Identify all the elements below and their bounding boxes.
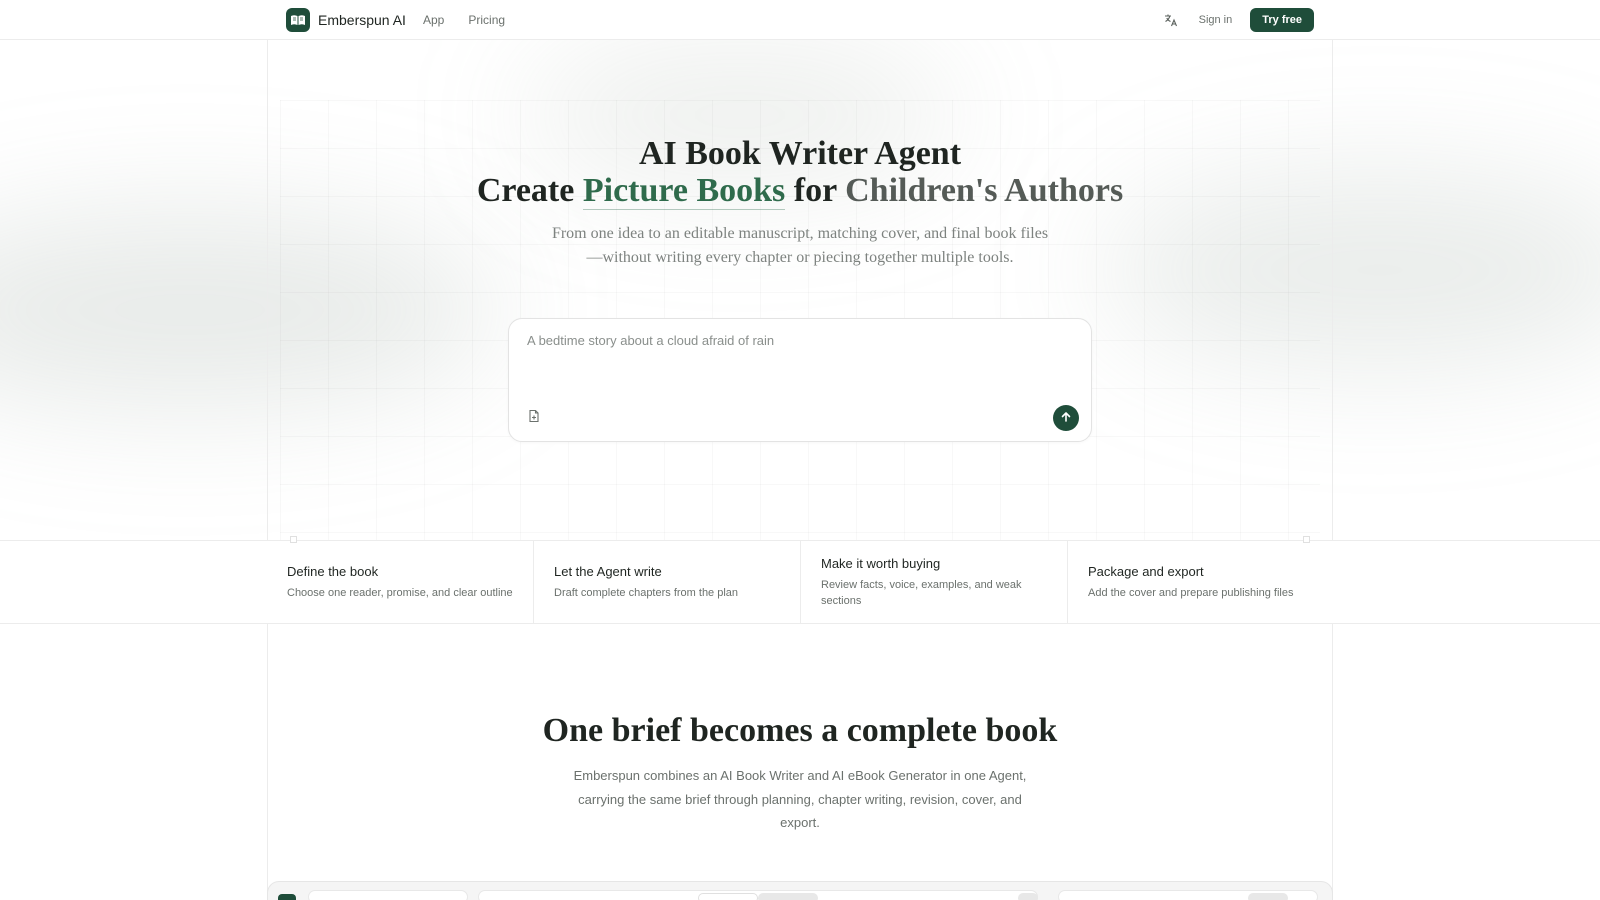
feature-package-export: Package and export Add the cover and pre… bbox=[1067, 541, 1333, 623]
open-book-icon bbox=[286, 8, 310, 32]
feature-worth-buying: Make it worth buying Review facts, voice… bbox=[800, 541, 1067, 623]
feature-desc: Add the cover and prepare publishing fil… bbox=[1088, 586, 1294, 599]
nav-item-pricing[interactable]: Pricing bbox=[468, 13, 505, 27]
app-preview bbox=[267, 881, 1333, 900]
feature-desc: Choose one reader, promise, and clear ou… bbox=[287, 586, 513, 599]
send-button[interactable] bbox=[1053, 405, 1079, 431]
preview-sidebar-pill bbox=[308, 890, 468, 900]
file-attach-icon[interactable] bbox=[527, 409, 541, 423]
hero-title-prefix: Create bbox=[476, 172, 575, 209]
preview-control bbox=[1018, 893, 1038, 900]
brand-name: Emberspun AI bbox=[318, 12, 406, 28]
hero-title: AI Book Writer Agent Create Picture Book… bbox=[0, 135, 1600, 210]
preview-tab-active bbox=[698, 893, 758, 900]
landing-page: Emberspun AI App Pricing Sign in Try fre… bbox=[0, 0, 1600, 900]
top-navbar: Emberspun AI App Pricing Sign in Try fre… bbox=[0, 0, 1600, 40]
hero-subtitle: From one idea to an editable manuscript,… bbox=[551, 225, 1049, 266]
hero-title-accent: Picture Books bbox=[582, 172, 786, 210]
feature-desc: Draft complete chapters from the plan bbox=[554, 586, 739, 599]
preview-tab bbox=[758, 893, 818, 900]
feature-strip: Define the book Choose one reader, promi… bbox=[0, 540, 1600, 624]
header-actions: Sign in Try free bbox=[1161, 8, 1314, 32]
brand-link[interactable]: Emberspun AI bbox=[286, 8, 406, 32]
sign-in-link[interactable]: Sign in bbox=[1199, 14, 1233, 26]
hero-title-line1: AI Book Writer Agent bbox=[638, 135, 962, 172]
feature-agent-write: Let the Agent write Draft complete chapt… bbox=[533, 541, 800, 623]
hero-title-audience: Children's Authors bbox=[845, 172, 1124, 209]
feature-define-book: Define the book Choose one reader, promi… bbox=[267, 541, 533, 623]
feature-title: Package and export bbox=[1088, 563, 1204, 579]
hero-title-mid: for bbox=[793, 172, 837, 209]
feature-desc: Review facts, voice, examples, and weak … bbox=[821, 578, 1022, 607]
corner-marker-right bbox=[1303, 536, 1310, 543]
arrow-up-icon bbox=[1060, 411, 1072, 426]
section-subtitle: Emberspun combines an AI Book Writer and… bbox=[573, 768, 1027, 830]
background-haze-left bbox=[0, 210, 500, 410]
prompt-input[interactable] bbox=[527, 333, 1067, 348]
try-free-button[interactable]: Try free bbox=[1250, 8, 1314, 32]
corner-marker-left bbox=[290, 536, 297, 543]
feature-title: Let the Agent write bbox=[554, 563, 662, 579]
preview-toggle bbox=[1248, 893, 1288, 900]
main-nav: App Pricing bbox=[423, 13, 505, 27]
feature-title: Make it worth buying bbox=[821, 555, 941, 571]
prompt-box bbox=[508, 318, 1092, 442]
section-title: One brief becomes a complete book bbox=[542, 712, 1058, 749]
nav-item-app[interactable]: App bbox=[423, 13, 444, 27]
translate-icon[interactable] bbox=[1161, 10, 1181, 30]
preview-logo-icon bbox=[278, 894, 296, 900]
feature-title: Define the book bbox=[287, 563, 379, 579]
